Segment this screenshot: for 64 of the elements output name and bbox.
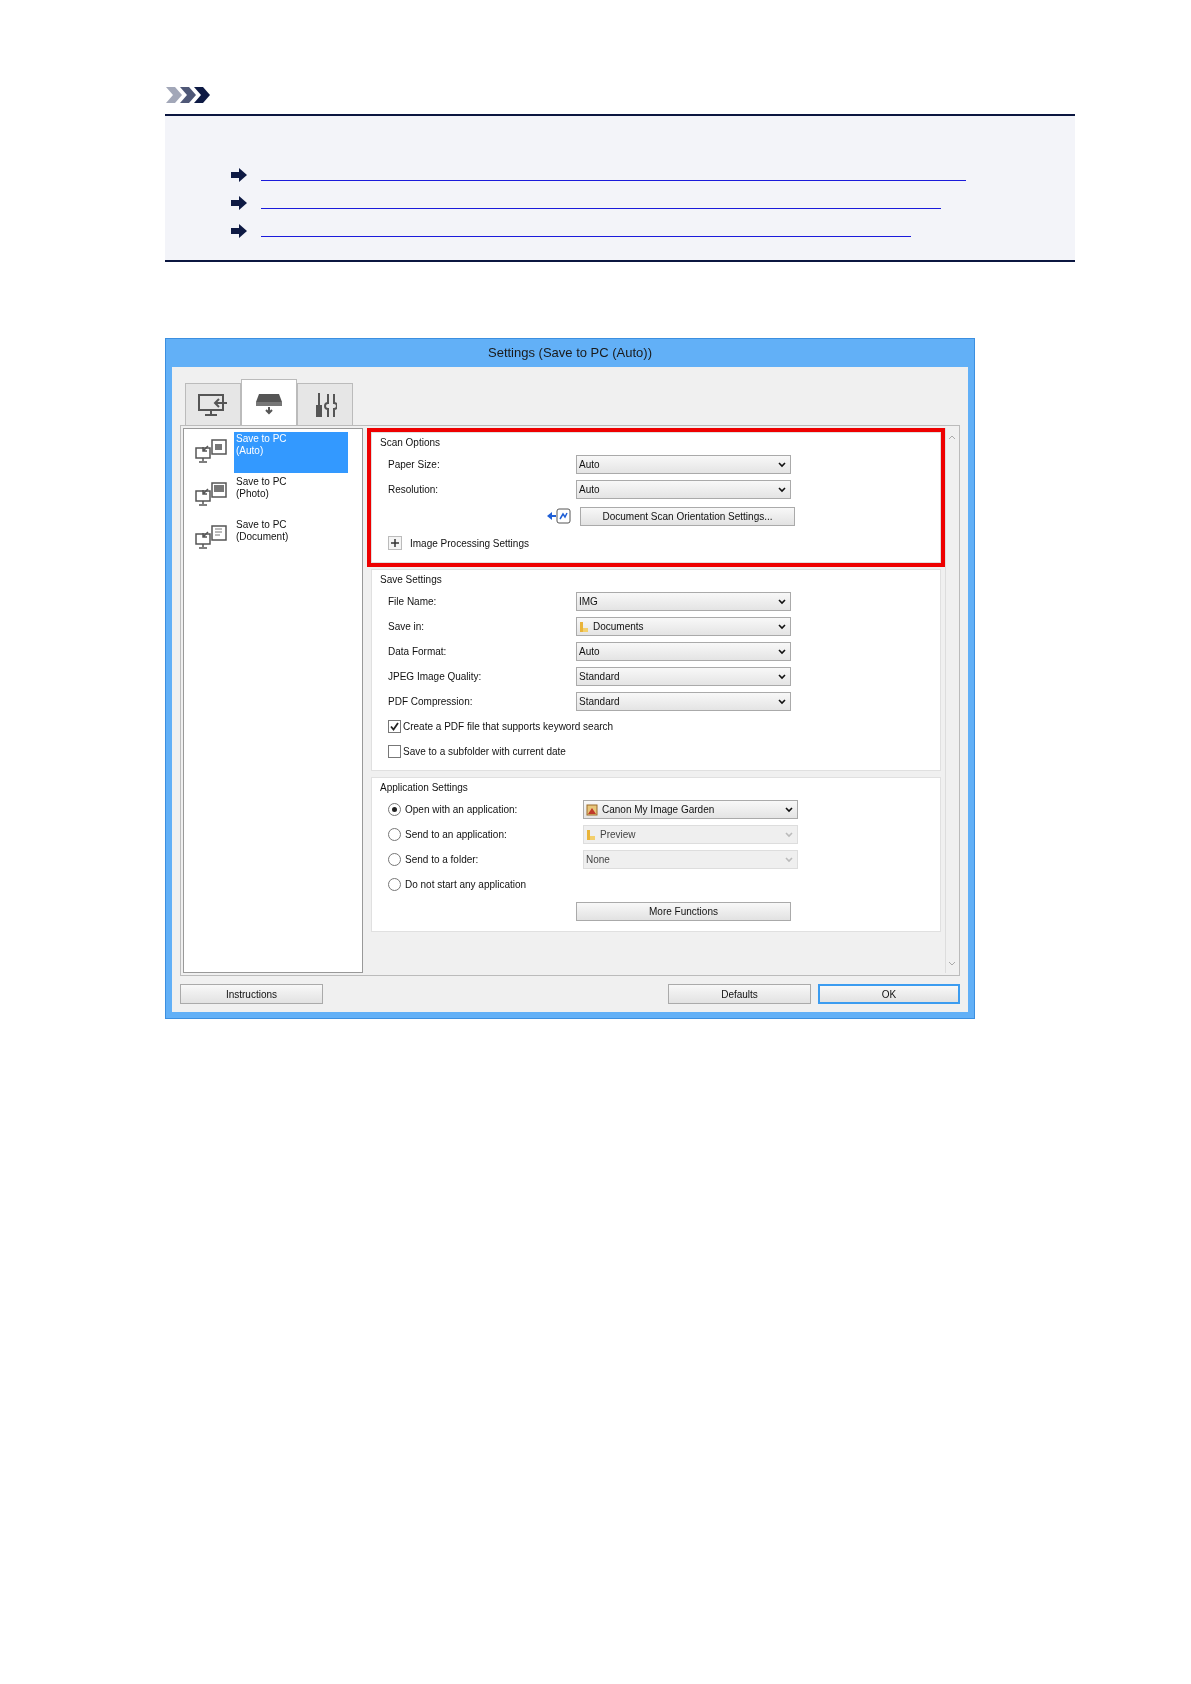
radio-label: Do not start any application: [405, 879, 528, 890]
dropdown[interactable]: Standard: [576, 667, 791, 686]
radio-button[interactable]: [388, 878, 401, 891]
dialog-button[interactable]: OK: [818, 984, 960, 1004]
group-title: Scan Options: [380, 437, 442, 448]
radio-label: Send to an application:: [405, 829, 508, 840]
scan-to-computer-icon: [194, 481, 230, 507]
field-label: Save in:: [388, 621, 426, 632]
expander-label: Image Processing Settings: [410, 537, 529, 549]
checkbox[interactable]: [388, 745, 401, 758]
field-label: PDF Compression:: [388, 696, 474, 707]
checkbox-label: Save to a subfolder with current date: [403, 746, 566, 757]
field-label: Data Format:: [388, 646, 448, 657]
chevron-down-icon: [778, 648, 786, 655]
chevron-down-icon: [785, 856, 793, 863]
dialog-button[interactable]: Defaults: [668, 984, 811, 1004]
dropdown[interactable]: IMG: [576, 592, 791, 611]
chevron-down-icon: [778, 673, 786, 680]
group-title: Application Settings: [380, 782, 469, 793]
field-label: File Name:: [388, 596, 438, 607]
radio-label: Open with an application:: [405, 804, 519, 815]
chevron-down-icon: [778, 698, 786, 705]
field-label: Resolution:: [388, 484, 440, 495]
dropdown[interactable]: Auto: [576, 642, 791, 661]
folder-icon: [579, 620, 589, 633]
sidebar-item[interactable]: Save to PC (Document): [234, 518, 348, 559]
computer-icon: [197, 391, 229, 418]
arrow-right-icon: [231, 168, 247, 182]
orientation-icon: [546, 507, 572, 525]
chevron-down-icon: [785, 831, 793, 838]
checkbox-label: Create a PDF file that supports keyword search: [403, 721, 614, 732]
picture-frame-icon: [586, 803, 598, 816]
chevron-down-icon: [778, 461, 786, 468]
arrow-right-icon: [231, 196, 247, 210]
window-title: Settings (Save to PC (Auto)): [487, 344, 653, 362]
dropdown[interactable]: Auto: [576, 480, 791, 499]
arrow-right-icon: [231, 224, 247, 238]
sidebar-item[interactable]: Save to PC (Photo): [234, 475, 348, 516]
field-label: Paper Size:: [388, 459, 441, 470]
tab[interactable]: [185, 383, 241, 425]
scan-to-computer-icon: [194, 438, 230, 464]
dropdown[interactable]: Auto: [576, 455, 791, 474]
tools-icon: [313, 390, 337, 419]
tab[interactable]: [241, 379, 297, 425]
chevron-down-icon: [778, 486, 786, 493]
folder-icon: [586, 828, 596, 841]
dropdown[interactable]: Documents: [576, 617, 791, 636]
expand-button[interactable]: [388, 536, 402, 550]
chevron-down-icon: [785, 806, 793, 813]
group-title: Save Settings: [380, 574, 443, 585]
more-functions-button[interactable]: More Functions: [576, 901, 791, 921]
orientation-settings-button[interactable]: Document Scan Orientation Settings...: [580, 506, 795, 526]
dropdown[interactable]: Standard: [576, 692, 791, 711]
chevron-down-icon: [778, 623, 786, 630]
radio-label: Send to a folder:: [405, 854, 480, 865]
dialog-button[interactable]: Instructions: [180, 984, 323, 1004]
dropdown[interactable]: Canon My Image Garden: [583, 800, 798, 819]
radio-button[interactable]: [388, 803, 401, 816]
checkbox[interactable]: [388, 720, 401, 733]
tab[interactable]: [297, 383, 353, 425]
note-icon: [166, 86, 211, 104]
scan-to-computer-icon: [194, 524, 230, 550]
field-label: JPEG Image Quality:: [388, 671, 483, 682]
chevron-down-icon: [778, 598, 786, 605]
